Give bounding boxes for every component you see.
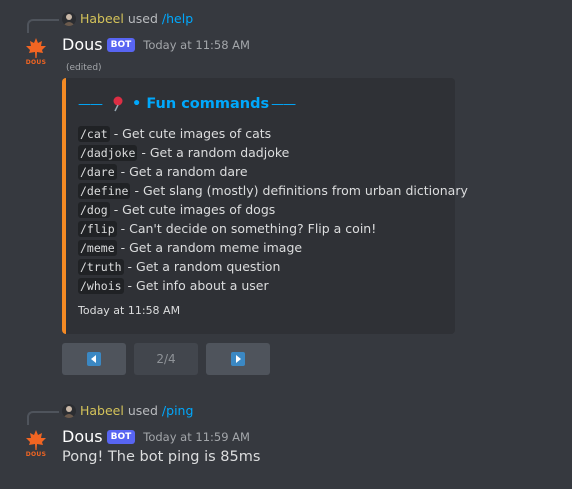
reply-reference[interactable]: Habeel used /ping xyxy=(62,403,193,418)
command-desc: - Get a random question xyxy=(127,259,281,274)
arrow-right-icon xyxy=(231,352,245,366)
title-suffix: —— xyxy=(271,96,296,112)
command-desc: - Get a random dadjoke xyxy=(141,145,290,160)
pushpin-icon xyxy=(112,96,124,112)
command-line: /flip - Can't decide on something? Flip a… xyxy=(78,219,468,238)
command-desc: - Get cute images of dogs xyxy=(113,202,276,217)
command-code: /flip xyxy=(78,220,117,237)
avatar-label: DOUS xyxy=(25,59,47,66)
author-name[interactable]: Dous xyxy=(62,427,103,446)
user-avatar-mini[interactable] xyxy=(62,403,76,418)
bot-tag: BOT xyxy=(106,37,136,52)
command-line: /cat - Get cute images of cats xyxy=(78,124,468,143)
command-line: /truth - Get a random question xyxy=(78,257,468,276)
reply-username[interactable]: Habeel xyxy=(80,11,124,26)
command-desc: - Get info about a user xyxy=(127,278,269,293)
reply-username[interactable]: Habeel xyxy=(80,403,124,418)
command-desc: - Can't decide on something? Flip a coin… xyxy=(120,221,377,236)
command-line: /dare - Get a random dare xyxy=(78,162,468,181)
user-avatar-mini[interactable] xyxy=(62,11,76,26)
reply-connector xyxy=(27,411,59,425)
command-line: /define - Get slang (mostly) definitions … xyxy=(78,181,468,200)
embed-title-row: —— • Fun commands —— xyxy=(78,96,296,112)
command-desc: - Get a random dare xyxy=(120,164,248,179)
command-code: /dare xyxy=(78,163,117,180)
next-page-button[interactable] xyxy=(206,343,270,375)
command-code: /truth xyxy=(78,258,124,275)
maple-leaf-icon xyxy=(26,38,46,58)
maple-leaf-icon xyxy=(26,430,46,450)
command-line: /dadjoke - Get a random dadjoke xyxy=(78,143,468,162)
command-code: /meme xyxy=(78,239,117,256)
page-indicator-button[interactable]: 2/4 xyxy=(134,343,198,375)
command-line: /meme - Get a random meme image xyxy=(78,238,468,257)
prev-page-button[interactable] xyxy=(62,343,126,375)
page-indicator: 2/4 xyxy=(156,352,176,366)
command-desc: - Get slang (mostly) definitions from ur… xyxy=(134,183,468,198)
command-desc: - Get a random meme image xyxy=(120,240,303,255)
avatar-label: DOUS xyxy=(25,451,47,458)
command-list: /cat - Get cute images of cats /dadjoke - … xyxy=(78,124,468,295)
command-line: /whois - Get info about a user xyxy=(78,276,468,295)
command-desc: - Get cute images of cats xyxy=(113,126,272,141)
timestamp[interactable]: Today at 11:58 AM xyxy=(143,38,250,52)
message-header: Dous BOT Today at 11:59 AM xyxy=(62,427,250,446)
bot-avatar[interactable]: DOUS xyxy=(16,430,56,470)
edited-label: (edited) xyxy=(66,63,102,73)
command-code: /dog xyxy=(78,201,110,218)
bot-tag: BOT xyxy=(106,429,136,444)
embed-footer-timestamp: Today at 11:58 AM xyxy=(78,304,181,317)
reply-reference[interactable]: Habeel used /help xyxy=(62,11,193,26)
reply-command[interactable]: /ping xyxy=(162,403,193,418)
command-line: /dog - Get cute images of dogs xyxy=(78,200,468,219)
author-name[interactable]: Dous xyxy=(62,35,103,54)
reply-connector xyxy=(27,19,59,33)
embed: —— • Fun commands —— /cat - Get cute imag… xyxy=(62,78,468,334)
reply-used-text: used xyxy=(127,11,158,26)
command-code: /whois xyxy=(78,277,124,294)
command-code: /dadjoke xyxy=(78,144,138,161)
reply-used-text: used xyxy=(127,403,158,418)
bot-avatar[interactable]: DOUS xyxy=(16,38,56,78)
timestamp[interactable]: Today at 11:59 AM xyxy=(143,430,250,444)
embed-title: • Fun commands xyxy=(132,96,270,112)
message-header: Dous BOT Today at 11:58 AM xyxy=(62,35,250,54)
title-prefix: —— xyxy=(78,96,103,112)
command-code: /define xyxy=(78,182,131,199)
arrow-left-icon xyxy=(87,352,101,366)
message-content: Pong! The bot ping is 85ms xyxy=(62,449,261,465)
reply-command[interactable]: /help xyxy=(162,11,193,26)
command-code: /cat xyxy=(78,125,110,142)
